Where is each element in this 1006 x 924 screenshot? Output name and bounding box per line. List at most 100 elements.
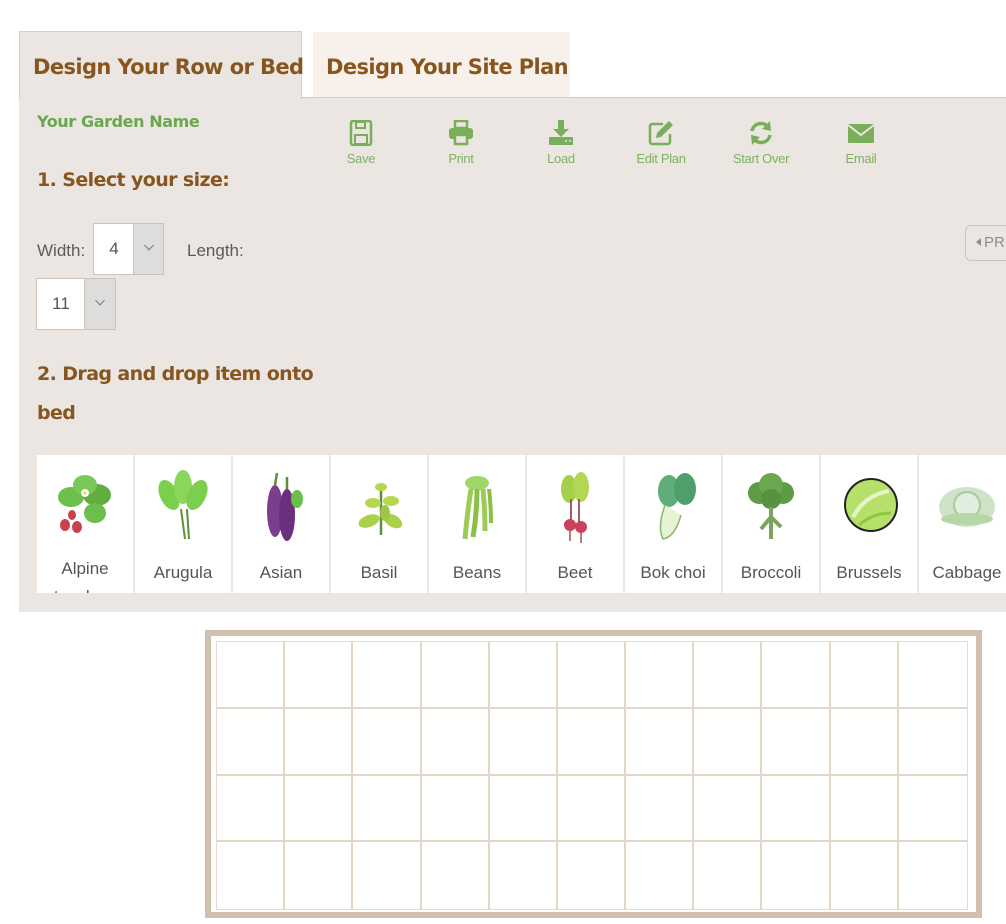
bed-cell[interactable] (285, 842, 354, 909)
plant-item-asian-eggplant[interactable]: Asian (233, 455, 329, 593)
refresh-icon (750, 121, 772, 145)
bed-cell[interactable] (422, 842, 490, 909)
step1-heading: 1. Select your size: (37, 169, 230, 191)
plant-name: Broccoli (740, 563, 802, 582)
start-over-button[interactable]: Start Over (711, 120, 811, 166)
email-label: Email (845, 151, 877, 166)
length-label: Length: (187, 241, 244, 260)
bed-cell[interactable] (762, 642, 831, 709)
bed-cell[interactable] (489, 775, 558, 843)
length-value: 11 (52, 294, 70, 313)
edit-plan-button[interactable]: Edit Plan (611, 120, 711, 166)
bed-cell[interactable] (217, 708, 286, 776)
garden-name[interactable]: Your Garden Name (37, 112, 200, 131)
width-select[interactable]: 4 (93, 223, 164, 275)
plant-name: Beet (557, 563, 593, 582)
download-icon (549, 120, 573, 145)
brussels-sprout-icon (844, 478, 898, 532)
cabbage-icon (939, 487, 995, 527)
bed-cell[interactable] (353, 775, 422, 843)
bed-cell[interactable] (217, 842, 286, 909)
bed-cell[interactable] (557, 708, 627, 776)
bed-cell[interactable] (626, 708, 695, 776)
plant-item-bok-choi[interactable]: Bok choi (625, 455, 721, 593)
bed-cell[interactable] (898, 642, 967, 709)
bed-cell[interactable] (421, 642, 490, 709)
plant-item-broccoli[interactable]: Broccoli (723, 455, 819, 593)
bed-grid[interactable] (216, 641, 968, 910)
plant-item-arugula[interactable]: Arugula (135, 455, 231, 593)
save-button[interactable]: Save (311, 120, 411, 166)
bed-cell[interactable] (353, 842, 422, 909)
design-panel: Your Garden Name 1. Select your size: Wi… (19, 97, 1006, 612)
bed-cell[interactable] (626, 775, 695, 843)
plant-item-brussels[interactable]: Brussels (821, 455, 917, 593)
bed-cell[interactable] (285, 775, 354, 843)
bed-cell[interactable] (899, 842, 967, 909)
plant-item-beans[interactable]: Beans (429, 455, 525, 593)
previous-button[interactable]: PR (965, 225, 1006, 261)
arugula-icon (158, 470, 208, 540)
bed-cell[interactable] (285, 642, 354, 709)
bed-cell[interactable] (830, 708, 899, 776)
bed-cell[interactable] (421, 708, 490, 776)
bed-cell[interactable] (898, 709, 967, 776)
plant-item-alpine-strawberry[interactable]: Alpine strawberry (37, 455, 133, 593)
eggplant-icon (267, 472, 303, 541)
plant-item-beet[interactable]: Beet (527, 455, 623, 593)
tab-design-site-plan[interactable]: Design Your Site Plan (313, 32, 570, 98)
plant-item-basil[interactable]: Basil (331, 455, 427, 593)
previous-label: PR (984, 234, 1005, 251)
bed-cell[interactable] (694, 708, 763, 776)
bed-cell[interactable] (694, 775, 763, 843)
bed-cell[interactable] (558, 842, 627, 909)
bed-cell[interactable] (831, 842, 899, 909)
bed-cell[interactable] (557, 775, 627, 843)
bed-cell[interactable] (830, 642, 899, 709)
bok-choi-icon (658, 473, 696, 540)
tab-design-row-or-bed[interactable]: Design Your Row or Bed (19, 31, 304, 99)
plant-palette[interactable]: Alpine strawberry Arugula Asian Basil Be… (37, 455, 1006, 593)
bed-cell[interactable] (830, 775, 899, 843)
bed-cell[interactable] (353, 642, 422, 709)
chevron-down-icon[interactable] (133, 224, 163, 274)
plant-name: Basil (360, 563, 398, 582)
email-button[interactable]: Email (811, 120, 911, 166)
bed-cell[interactable] (489, 708, 558, 776)
bed-cell[interactable] (490, 842, 558, 909)
bed-cell[interactable] (898, 776, 967, 843)
bed-cell[interactable] (489, 642, 558, 709)
width-value: 4 (109, 239, 119, 258)
bed-cell[interactable] (762, 708, 831, 776)
bed-cell[interactable] (285, 708, 354, 776)
bed-cell[interactable] (694, 842, 763, 909)
edit-plan-label: Edit Plan (636, 151, 686, 166)
plant-name: Brussels (836, 563, 902, 582)
bed-cell[interactable] (217, 642, 286, 709)
bed-cell[interactable] (762, 842, 831, 909)
chevron-down-icon[interactable] (84, 279, 115, 329)
bed-cell[interactable] (626, 642, 695, 709)
bed-cell[interactable] (353, 708, 422, 776)
garden-bed[interactable] (205, 630, 982, 918)
bed-cell[interactable] (694, 642, 763, 709)
print-label: Print (448, 151, 474, 166)
plant-name: Cabbage (932, 563, 1002, 582)
envelope-icon (847, 124, 875, 143)
print-icon (449, 120, 473, 146)
bed-cell[interactable] (557, 642, 627, 709)
print-button[interactable]: Print (411, 120, 511, 166)
strawberry-icon (58, 475, 111, 533)
beet-icon (561, 472, 589, 543)
bed-cell[interactable] (626, 842, 695, 909)
plant-name: Beans (452, 563, 502, 582)
load-label: Load (547, 151, 575, 166)
plant-item-cabbage[interactable]: Cabbage (919, 455, 1006, 593)
bed-cell[interactable] (762, 775, 831, 843)
bed-cell[interactable] (217, 775, 286, 843)
load-button[interactable]: Load (511, 120, 611, 166)
start-over-label: Start Over (732, 151, 790, 166)
length-select[interactable]: 11 (36, 278, 116, 330)
step2-heading: 2. Drag and drop item onto bed (37, 363, 314, 424)
bed-cell[interactable] (421, 775, 490, 843)
